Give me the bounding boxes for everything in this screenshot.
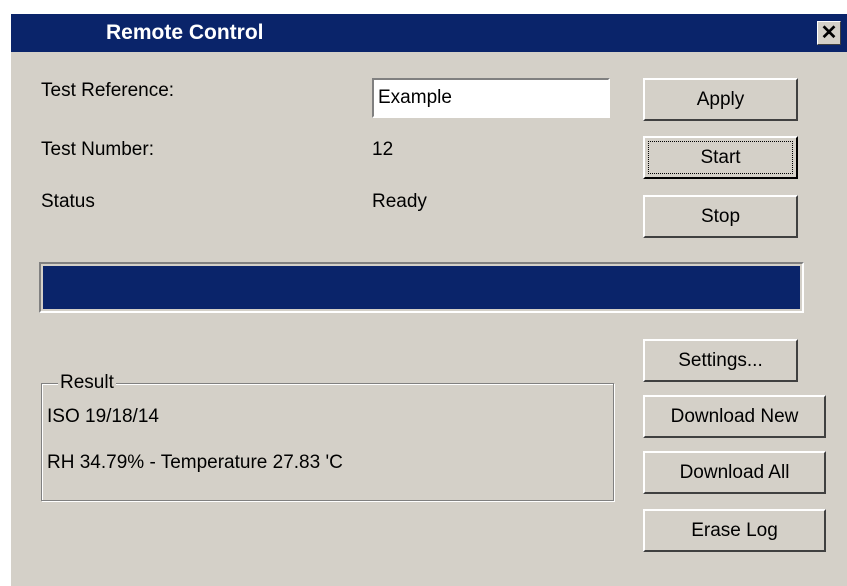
result-iso-code: ISO 19/18/14: [47, 406, 159, 427]
remote-control-window: Remote Control ✕ Test Reference: Test Nu…: [10, 13, 847, 586]
title-bar[interactable]: Remote Control ✕: [11, 14, 847, 52]
result-legend: Result: [58, 372, 116, 394]
window-title: Remote Control: [106, 21, 264, 44]
settings-button[interactable]: Settings...: [643, 339, 798, 382]
result-groupbox: Result ISO 19/18/14 RH 34.79% - Temperat…: [41, 372, 614, 501]
test-number-value: 12: [372, 139, 394, 160]
close-icon: ✕: [820, 22, 838, 44]
status-value: Ready: [372, 191, 427, 212]
test-number-label: Test Number:: [41, 139, 154, 160]
download-new-button-label: Download New: [670, 405, 799, 427]
stop-button[interactable]: Stop: [643, 195, 798, 238]
close-button[interactable]: ✕: [817, 21, 841, 45]
download-new-button[interactable]: Download New: [643, 395, 826, 438]
start-button-label: Start: [700, 146, 741, 168]
settings-button-label: Settings...: [678, 349, 763, 371]
apply-button-label: Apply: [696, 88, 745, 110]
download-all-button[interactable]: Download All: [643, 451, 826, 494]
test-reference-label: Test Reference:: [41, 80, 175, 101]
status-label: Status: [41, 191, 95, 212]
erase-log-button-label: Erase Log: [691, 519, 778, 541]
erase-log-button[interactable]: Erase Log: [643, 509, 826, 552]
test-reference-input[interactable]: [372, 78, 610, 118]
result-rh-temperature: RH 34.79% - Temperature 27.83 'C: [47, 452, 343, 473]
progress-fill: [43, 266, 800, 309]
apply-button[interactable]: Apply: [643, 78, 798, 121]
stop-button-label: Stop: [700, 205, 741, 227]
progress-bar: [39, 262, 804, 313]
start-button[interactable]: Start: [643, 136, 798, 179]
download-all-button-label: Download All: [679, 461, 790, 483]
